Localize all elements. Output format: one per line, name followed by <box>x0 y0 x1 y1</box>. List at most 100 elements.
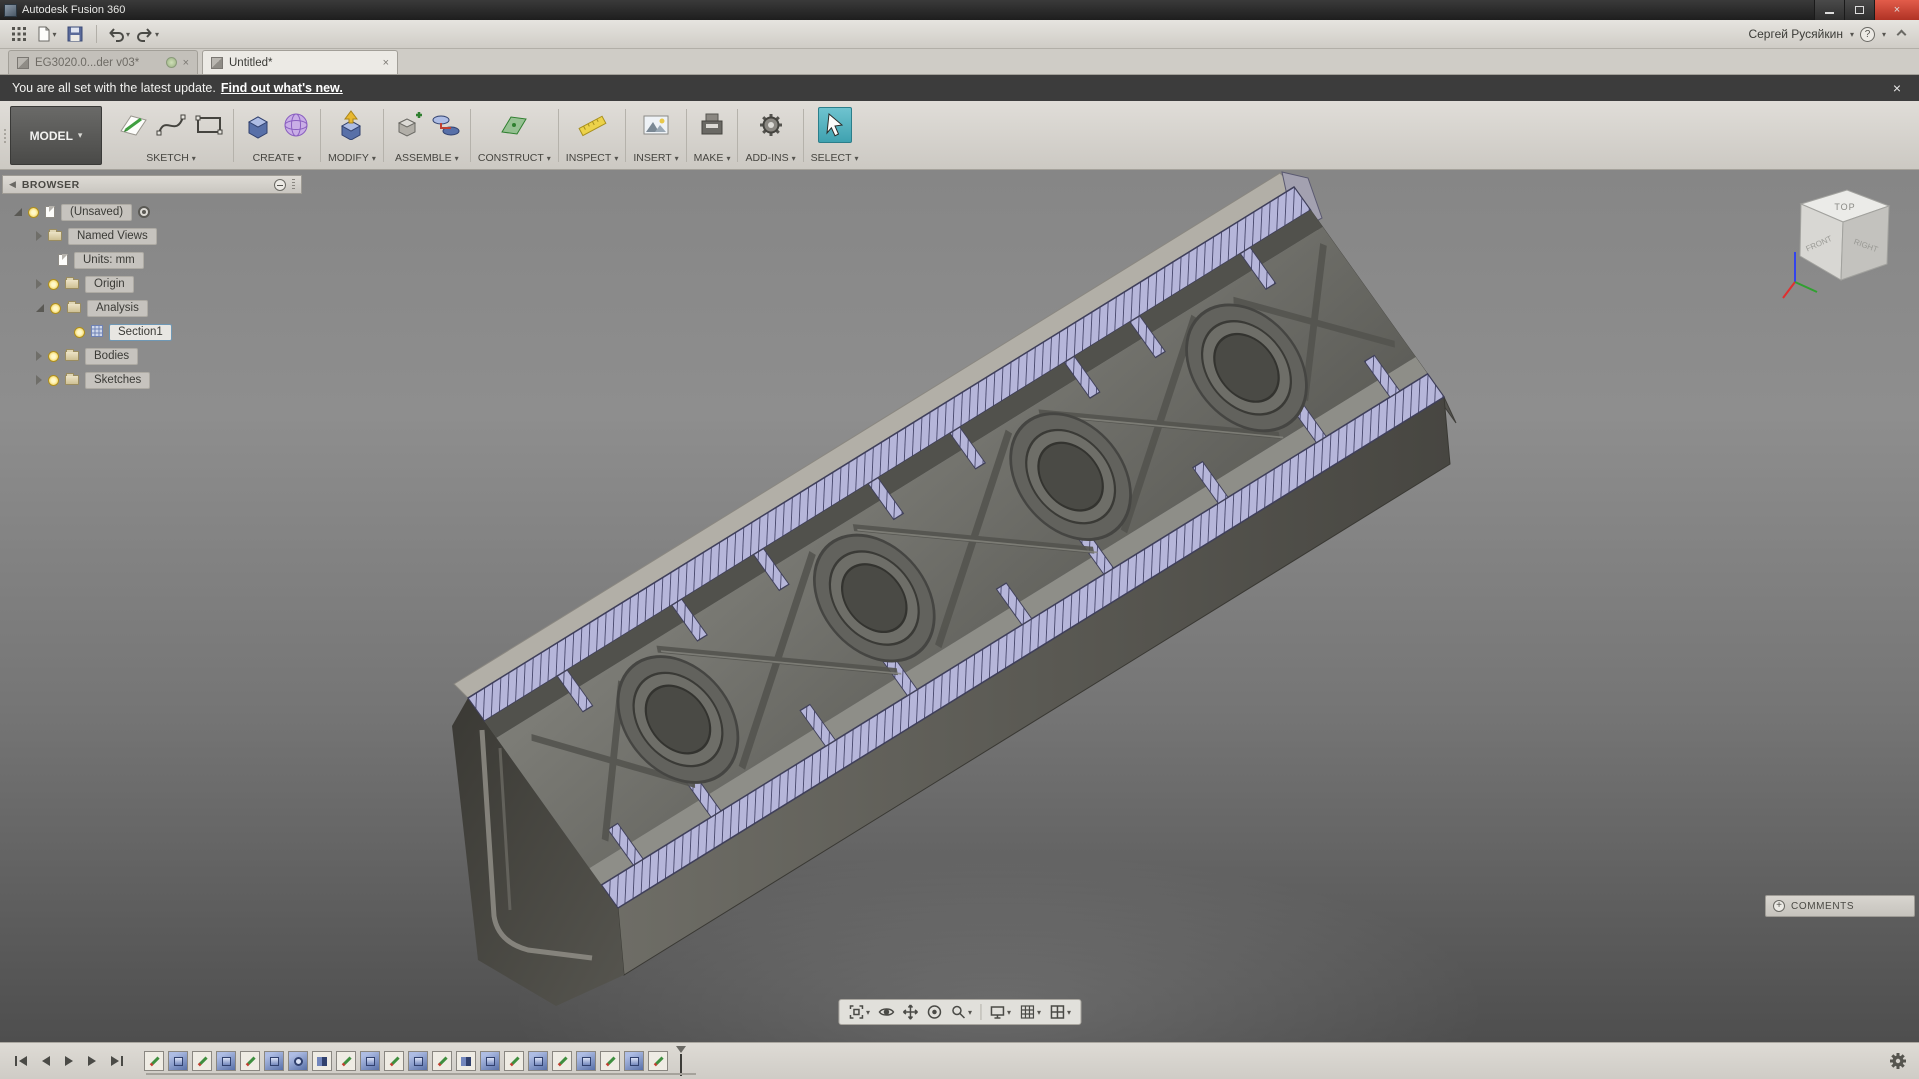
construction-plane-icon[interactable] <box>497 107 531 143</box>
save-button[interactable] <box>64 23 86 45</box>
user-name[interactable]: Сергей Русяйкин <box>1748 27 1843 41</box>
expand-caret-icon[interactable] <box>14 208 22 216</box>
expand-caret-icon[interactable] <box>36 375 42 385</box>
step-forward-button[interactable] <box>82 1050 104 1072</box>
collapse-panel-icon[interactable]: ◀ <box>9 179 16 190</box>
coil-icon[interactable] <box>279 107 313 143</box>
zoom-button[interactable]: ▾ <box>947 1001 975 1023</box>
timeline-feature-icon[interactable] <box>648 1051 668 1071</box>
activate-radio-icon[interactable] <box>138 206 151 218</box>
timeline-feature-icon[interactable] <box>168 1051 188 1071</box>
timeline-feature-icon[interactable] <box>432 1051 452 1071</box>
close-button[interactable]: × <box>1874 0 1919 20</box>
ribbon-group-menu[interactable]: MAKE <box>694 152 731 165</box>
ribbon-group-menu[interactable]: SELECT <box>811 152 859 165</box>
browser-item-root[interactable]: (Unsaved) <box>2 201 302 223</box>
rectangle-tool-icon[interactable] <box>192 107 226 143</box>
grid-settings-button[interactable]: ▾ <box>1016 1001 1044 1023</box>
press-pull-icon[interactable] <box>335 107 369 143</box>
orbit-button[interactable] <box>923 1001 945 1023</box>
timeline-feature-icon[interactable] <box>288 1051 308 1071</box>
undo-button[interactable]: ▾ <box>107 23 130 45</box>
expand-caret-icon[interactable] <box>36 279 42 289</box>
browser-item-origin[interactable]: Origin <box>2 273 302 295</box>
timeline-feature-icon[interactable] <box>624 1051 644 1071</box>
browser-header[interactable]: ◀ BROWSER <box>2 175 302 194</box>
timeline-feature-icon[interactable] <box>192 1051 212 1071</box>
skip-to-end-button[interactable] <box>106 1050 128 1072</box>
ribbon-group-menu[interactable]: SKETCH <box>146 152 196 165</box>
extrude-icon[interactable] <box>241 107 275 143</box>
chevron-down-icon[interactable]: ▾ <box>1882 30 1886 39</box>
visibility-bulb-icon[interactable] <box>48 278 59 290</box>
create-sketch-icon[interactable] <box>116 107 150 143</box>
timeline-feature-icon[interactable] <box>312 1051 332 1071</box>
timeline-feature-icon[interactable] <box>264 1051 284 1071</box>
timeline-feature-icon[interactable] <box>480 1051 500 1071</box>
ribbon-group-menu[interactable]: ASSEMBLE <box>395 152 459 165</box>
collapse-toolbar-icon[interactable] <box>1896 29 1907 39</box>
model-canvas[interactable]: ◀ BROWSER (Unsaved) Named Views Units: m… <box>0 170 1919 1042</box>
look-at-button[interactable] <box>875 1001 897 1023</box>
browser-item-sketches[interactable]: Sketches <box>2 369 302 391</box>
ribbon-group-menu[interactable]: INSPECT <box>566 152 619 165</box>
insert-image-icon[interactable] <box>639 107 673 143</box>
ribbon-group-menu[interactable]: CONSTRUCT <box>478 152 551 165</box>
whats-new-link[interactable]: Find out what's new. <box>221 81 343 95</box>
timeline-settings-gear-icon[interactable] <box>1887 1050 1909 1072</box>
timeline-feature-icon[interactable] <box>528 1051 548 1071</box>
panel-grip-icon[interactable] <box>292 178 295 191</box>
visibility-bulb-icon[interactable] <box>48 374 59 386</box>
notification-close-icon[interactable]: × <box>1887 80 1907 96</box>
timeline-position-marker[interactable] <box>674 1046 688 1076</box>
visibility-bulb-icon[interactable] <box>48 350 59 362</box>
browser-item-analysis[interactable]: Analysis <box>2 297 302 319</box>
timeline-feature-icon[interactable] <box>144 1051 164 1071</box>
document-tab-inactive[interactable]: EG3020.0...der v03* × <box>8 50 198 74</box>
joint-icon[interactable] <box>429 107 463 143</box>
fit-view-button[interactable]: ▾ <box>845 1001 873 1023</box>
visibility-bulb-icon[interactable] <box>50 302 61 314</box>
redo-button[interactable]: ▾ <box>136 23 159 45</box>
add-comment-icon[interactable]: + <box>1773 900 1785 912</box>
browser-item-bodies[interactable]: Bodies <box>2 345 302 367</box>
maximize-button[interactable] <box>1844 0 1874 20</box>
visibility-bulb-icon[interactable] <box>74 326 85 338</box>
expand-caret-icon[interactable] <box>36 351 42 361</box>
app-grid-icon[interactable] <box>8 23 30 45</box>
ribbon-group-menu[interactable]: ADD-INS <box>745 152 795 165</box>
timeline-feature-icon[interactable] <box>384 1051 404 1071</box>
tab-close-icon[interactable]: × <box>383 57 389 69</box>
expand-caret-icon[interactable] <box>36 231 42 241</box>
timeline-feature-icon[interactable] <box>552 1051 572 1071</box>
timeline-feature-icon[interactable] <box>576 1051 596 1071</box>
timeline-feature-icon[interactable] <box>336 1051 356 1071</box>
timeline-track[interactable] <box>146 1073 696 1075</box>
spline-icon[interactable] <box>154 107 188 143</box>
minimize-button[interactable] <box>1814 0 1844 20</box>
pan-button[interactable] <box>899 1001 921 1023</box>
timeline-feature-icon[interactable] <box>360 1051 380 1071</box>
timeline-feature-icon[interactable] <box>240 1051 260 1071</box>
tab-close-icon[interactable]: × <box>183 57 189 69</box>
expand-caret-icon[interactable] <box>36 304 44 312</box>
play-button[interactable] <box>58 1050 80 1072</box>
measure-icon[interactable] <box>575 107 609 143</box>
minimize-panel-icon[interactable] <box>274 178 286 191</box>
file-menu-button[interactable]: ▾ <box>36 23 58 45</box>
step-back-button[interactable] <box>34 1050 56 1072</box>
viewport-layout-button[interactable]: ▾ <box>1046 1001 1074 1023</box>
view-cube[interactable]: TOP FRONT RIGHT <box>1781 178 1905 313</box>
timeline-feature-icon[interactable] <box>504 1051 524 1071</box>
ribbon-group-menu[interactable]: MODIFY <box>328 152 376 165</box>
select-cursor-icon[interactable] <box>817 107 852 143</box>
3d-print-icon[interactable] <box>695 107 729 143</box>
new-component-icon[interactable] <box>391 107 425 143</box>
browser-item-section1[interactable]: Section1 <box>2 321 302 343</box>
browser-item-units[interactable]: Units: mm <box>2 249 302 271</box>
timeline-feature-icon[interactable] <box>456 1051 476 1071</box>
display-settings-button[interactable]: ▾ <box>986 1001 1014 1023</box>
document-tab-active[interactable]: Untitled* × <box>202 50 398 74</box>
chevron-down-icon[interactable]: ▾ <box>1850 30 1854 39</box>
help-icon[interactable]: ? <box>1859 26 1875 42</box>
